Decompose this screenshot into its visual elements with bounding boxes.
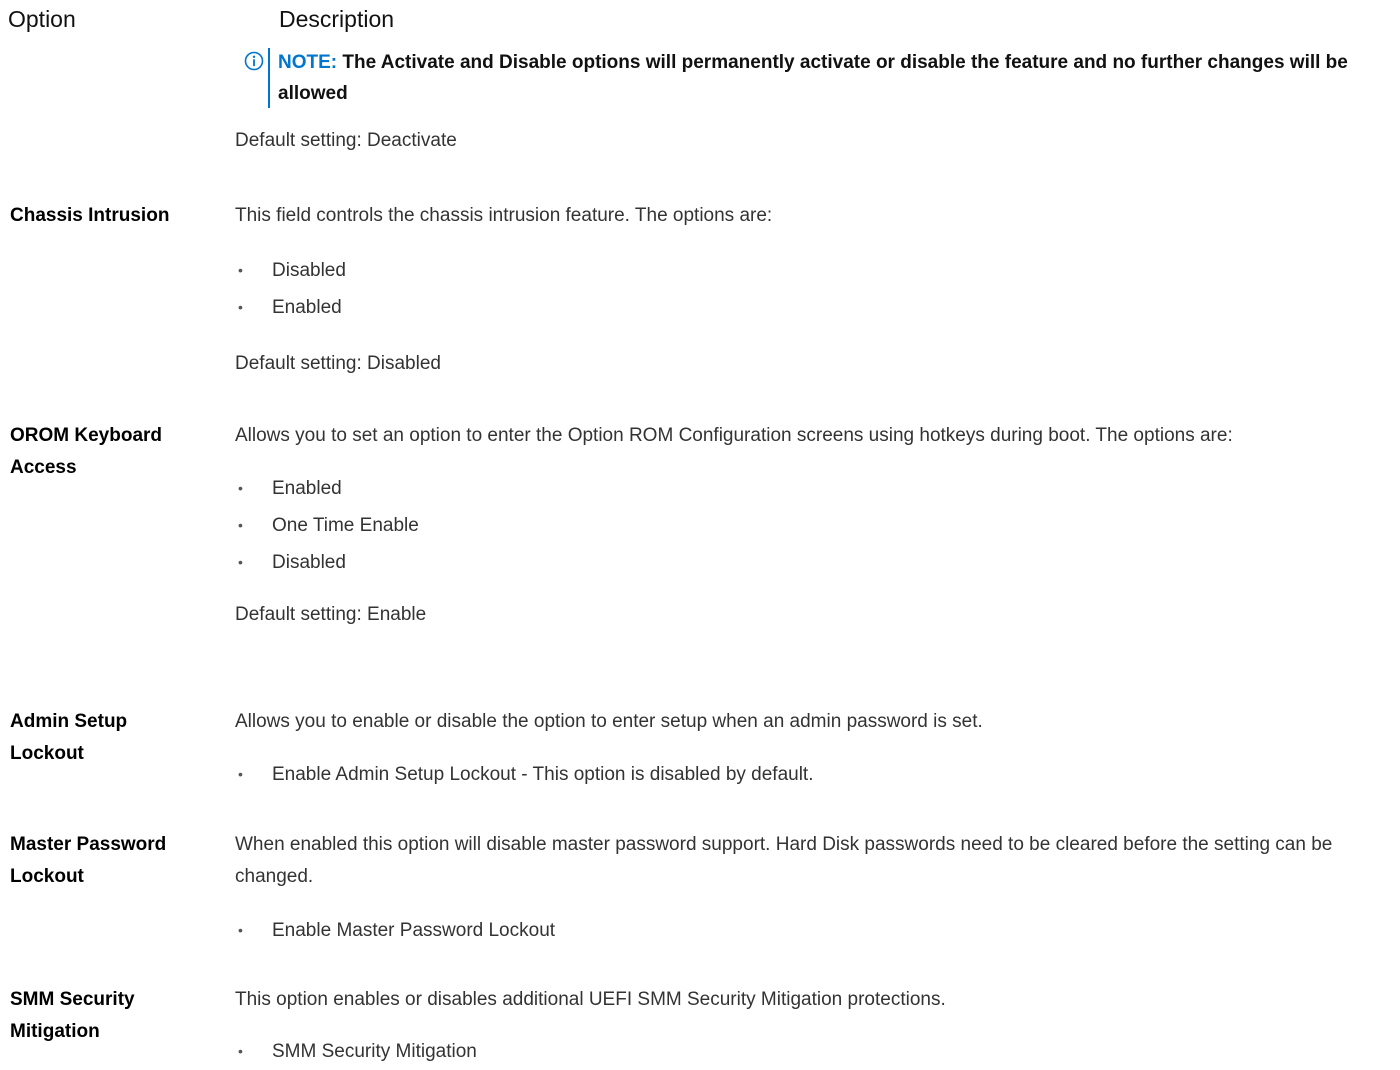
list-item: • Disabled: [235, 252, 1385, 289]
option-name: Master Password Lockout: [10, 834, 167, 887]
option-name: SMM Security Mitigation: [10, 989, 135, 1042]
option-name: Admin Setup Lockout: [10, 711, 128, 764]
description-text: This field controls the chassis intrusio…: [235, 205, 773, 226]
note-divider: [268, 48, 270, 108]
description-text: This option enables or disables addition…: [235, 989, 946, 1010]
document-page: Option Description NOTE: The Activate an…: [0, 0, 1400, 1066]
option-list: • Enabled • One Time Enable • Disabled: [235, 470, 1385, 581]
list-item: • Enabled: [235, 470, 1385, 507]
description-text: Allows you to set an option to enter the…: [235, 425, 1233, 446]
list-item: • SMM Security Mitigation: [235, 1033, 1385, 1070]
bullet-dot-icon: •: [238, 517, 243, 533]
note-body: The Activate and Disable options will pe…: [278, 52, 1348, 104]
description-column-header: Description: [279, 6, 395, 32]
option-name: OROM Keyboard Access: [10, 425, 163, 478]
option-list: • SMM Security Mitigation: [235, 1033, 1385, 1070]
note-label: NOTE:: [278, 52, 338, 73]
bullet-dot-icon: •: [238, 554, 243, 570]
bullet-dot-icon: •: [238, 262, 243, 278]
option-list: • Enable Admin Setup Lockout - This optio…: [235, 756, 1385, 793]
list-item: • Disabled: [235, 544, 1385, 581]
option-list: • Disabled • Enabled: [235, 252, 1385, 326]
option-description: When enabled this option will disable ma…: [235, 829, 1385, 949]
bullet-dot-icon: •: [238, 922, 243, 938]
bullet-dot-icon: •: [238, 480, 243, 496]
note-callout: NOTE: The Activate and Disable options w…: [244, 47, 1374, 109]
list-item: • One Time Enable: [235, 507, 1385, 544]
option-list: • Enable Master Password Lockout: [235, 912, 1385, 949]
bullet-dot-icon: •: [238, 299, 243, 315]
option-description: This option enables or disables addition…: [235, 984, 1385, 1070]
list-item: • Enable Admin Setup Lockout - This optio…: [235, 756, 1385, 793]
description-text: When enabled this option will disable ma…: [235, 834, 1333, 887]
intro-default-setting: Default setting: Deactivate: [235, 130, 457, 151]
option-description: Allows you to enable or disable the opti…: [235, 706, 1385, 793]
list-item: • Enable Master Password Lockout: [235, 912, 1385, 949]
option-column-header: Option: [8, 6, 76, 32]
note-text: NOTE: The Activate and Disable options w…: [278, 47, 1368, 109]
default-setting: Default setting: Disabled: [235, 353, 441, 374]
option-description: Allows you to set an option to enter the…: [235, 420, 1385, 631]
option-description: This field controls the chassis intrusio…: [235, 200, 1385, 380]
list-item: • Enabled: [235, 289, 1385, 326]
info-circle-icon: [244, 51, 264, 71]
option-name: Chassis Intrusion: [10, 205, 170, 226]
bullet-dot-icon: •: [238, 766, 243, 782]
default-setting: Default setting: Enable: [235, 604, 427, 625]
bullet-dot-icon: •: [238, 1043, 243, 1059]
table-header: Option Description: [8, 4, 1388, 38]
description-text: Allows you to enable or disable the opti…: [235, 711, 983, 732]
